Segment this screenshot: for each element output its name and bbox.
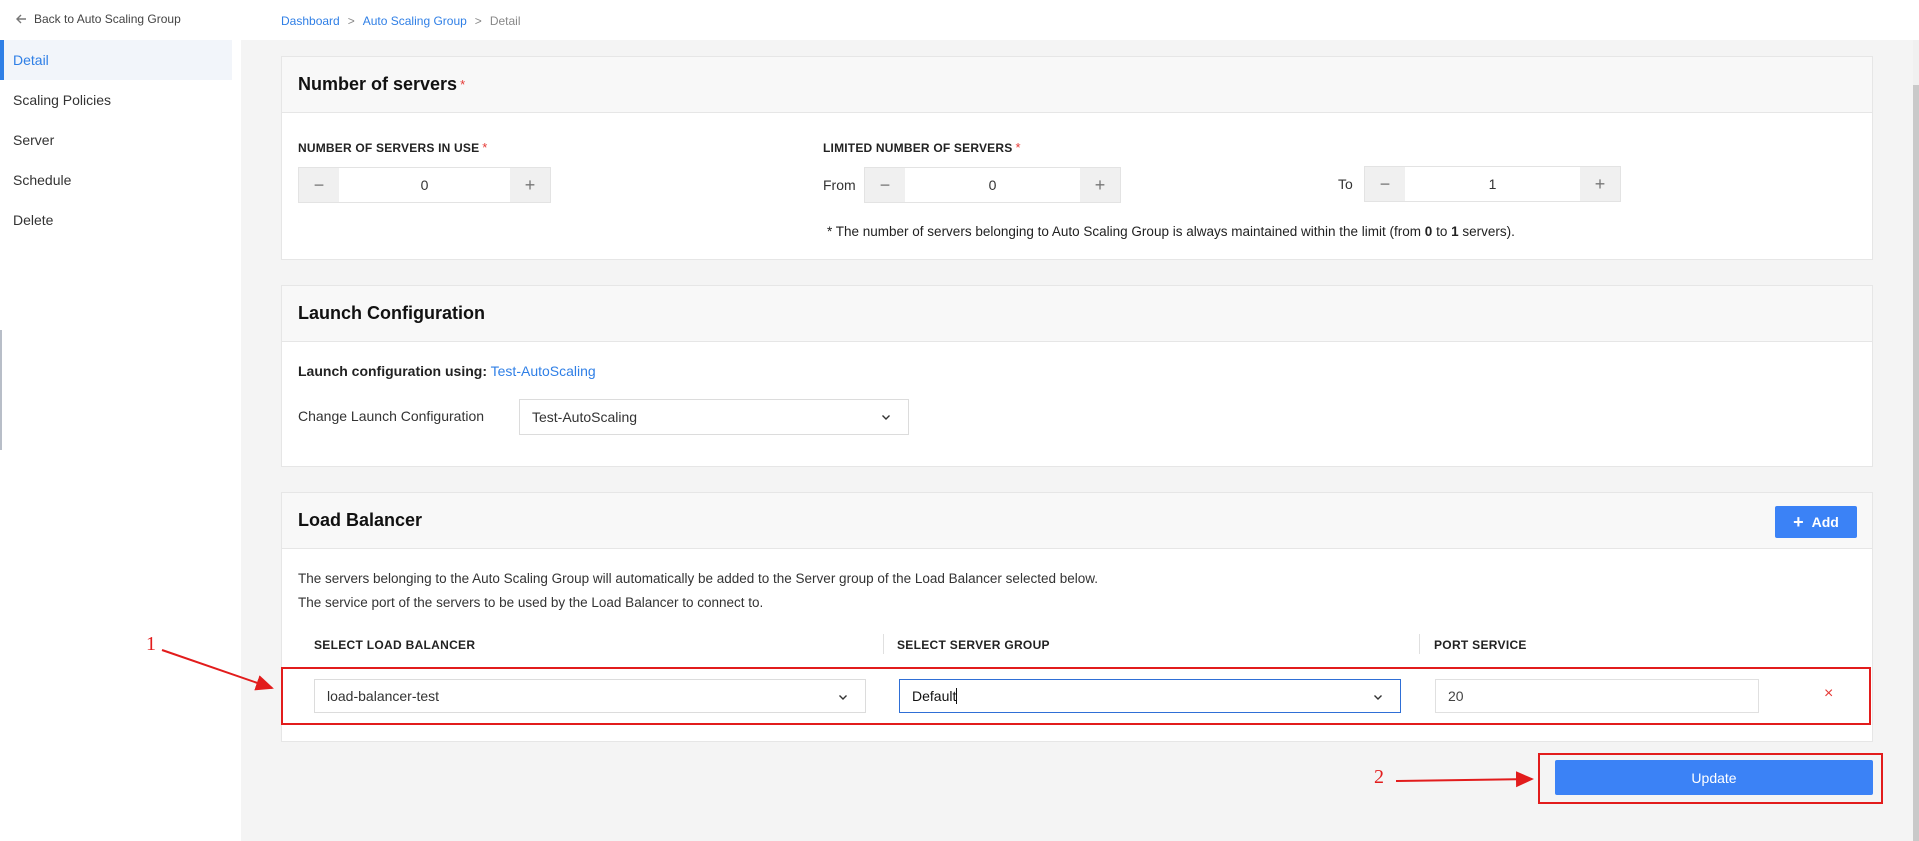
- decrement-button[interactable]: −: [299, 168, 339, 202]
- launch-config-card: Launch Configuration Launch configuratio…: [281, 285, 1873, 467]
- breadcrumb-auto-scaling-group[interactable]: Auto Scaling Group: [363, 14, 467, 28]
- annotation-box-1: [281, 667, 1871, 725]
- top-bar: Back to Auto Scaling Group Dashboard > A…: [0, 0, 1919, 40]
- lb-description-line-2: The service port of the servers to be us…: [298, 595, 764, 610]
- limit-note: * The number of servers belonging to Aut…: [827, 224, 1515, 239]
- from-stepper: − 0 +: [864, 167, 1121, 203]
- decrement-button[interactable]: −: [865, 168, 905, 202]
- to-stepper: − 1 +: [1364, 166, 1621, 202]
- stepper-value[interactable]: 0: [905, 168, 1080, 202]
- breadcrumb-separator: >: [474, 14, 482, 28]
- column-divider: [1419, 634, 1420, 654]
- breadcrumb-separator: >: [347, 14, 355, 28]
- sidebar-item-detail[interactable]: Detail: [0, 40, 232, 80]
- to-label: To: [1338, 176, 1353, 192]
- add-label: Add: [1811, 514, 1839, 530]
- back-link[interactable]: Back to Auto Scaling Group: [14, 12, 181, 26]
- column-header-server-group: SELECT SERVER GROUP: [897, 638, 1050, 652]
- scrollbar-thumb[interactable]: [1913, 85, 1919, 841]
- sidebar: Detail Scaling Policies Server Schedule …: [0, 40, 240, 841]
- from-label: From: [823, 177, 856, 193]
- back-link-label: Back to Auto Scaling Group: [34, 12, 181, 26]
- select-value: Test-AutoScaling: [532, 409, 638, 425]
- sidebar-item-label: Server: [13, 132, 55, 148]
- sidebar-item-scaling-policies[interactable]: Scaling Policies: [0, 80, 240, 120]
- sidebar-item-label: Scaling Policies: [13, 92, 112, 108]
- sidebar-edge: [0, 330, 2, 450]
- note-text: servers).: [1458, 224, 1515, 239]
- column-header-port-service: PORT SERVICE: [1434, 638, 1527, 652]
- column-header-load-balancer: SELECT LOAD BALANCER: [314, 638, 476, 652]
- sidebar-item-schedule[interactable]: Schedule: [0, 160, 240, 200]
- annotation-label-2: 2: [1374, 766, 1384, 788]
- sidebar-item-delete[interactable]: Delete: [0, 200, 240, 240]
- plus-icon: +: [524, 174, 536, 195]
- breadcrumb-dashboard[interactable]: Dashboard: [281, 14, 340, 28]
- arrow-left-icon: [16, 14, 26, 24]
- required-mark: *: [482, 140, 488, 155]
- sidebar-item-label: Detail: [13, 52, 49, 68]
- using-label: Launch configuration using:: [298, 363, 487, 379]
- card-header: Launch Configuration: [282, 286, 1872, 342]
- card-title: Number of servers: [298, 74, 458, 94]
- launch-config-using: Launch configuration using: Test-AutoSca…: [298, 363, 596, 379]
- minus-icon: −: [1379, 173, 1391, 194]
- servers-card: Number of servers * NUMBER OF SERVERS IN…: [281, 56, 1873, 260]
- note-text: to: [1432, 224, 1452, 239]
- breadcrumb-detail: Detail: [489, 14, 521, 28]
- increment-button[interactable]: +: [510, 168, 550, 202]
- plus-icon: +: [1594, 173, 1606, 194]
- note-text: * The number of servers belonging to Aut…: [827, 224, 1425, 239]
- increment-button[interactable]: +: [1580, 167, 1620, 201]
- increment-button[interactable]: +: [1080, 168, 1120, 202]
- breadcrumb: Dashboard > Auto Scaling Group > Detail: [281, 14, 521, 28]
- column-divider: [883, 634, 884, 654]
- plus-icon: +: [1793, 512, 1804, 532]
- sidebar-item-server[interactable]: Server: [0, 120, 240, 160]
- card-header: Number of servers *: [282, 57, 1872, 113]
- annotation-box-2: [1538, 753, 1883, 804]
- minus-icon: −: [879, 174, 891, 195]
- lb-description-line-1: The servers belonging to the Auto Scalin…: [298, 571, 1098, 586]
- stepper-value[interactable]: 1: [1405, 167, 1580, 201]
- sidebar-item-label: Delete: [13, 212, 54, 228]
- decrement-button[interactable]: −: [1365, 167, 1405, 201]
- change-launch-config-label: Change Launch Configuration: [298, 408, 485, 424]
- card-title: Launch Configuration: [298, 303, 485, 323]
- minus-icon: −: [313, 174, 325, 195]
- servers-in-use-stepper: − 0 +: [298, 167, 551, 203]
- limited-servers-label: LIMITED NUMBER OF SERVERS *: [823, 140, 1021, 155]
- required-mark: *: [1015, 140, 1021, 155]
- stepper-value[interactable]: 0: [339, 168, 510, 202]
- sidebar-item-label: Schedule: [13, 172, 72, 188]
- label-text: NUMBER OF SERVERS IN USE: [298, 141, 480, 155]
- card-title: Load Balancer: [298, 510, 423, 530]
- chevron-down-icon: [882, 415, 890, 420]
- add-load-balancer-button[interactable]: + Add: [1775, 506, 1857, 538]
- annotation-label-1: 1: [146, 633, 156, 655]
- servers-in-use-label: NUMBER OF SERVERS IN USE *: [298, 140, 488, 155]
- launch-config-link[interactable]: Test-AutoScaling: [491, 363, 596, 379]
- card-header: Load Balancer + Add: [282, 493, 1872, 549]
- label-text: LIMITED NUMBER OF SERVERS: [823, 141, 1013, 155]
- plus-icon: +: [1094, 174, 1106, 195]
- required-mark: *: [460, 77, 466, 92]
- launch-config-select[interactable]: Test-AutoScaling: [519, 399, 909, 435]
- note-to: 1: [1451, 224, 1459, 239]
